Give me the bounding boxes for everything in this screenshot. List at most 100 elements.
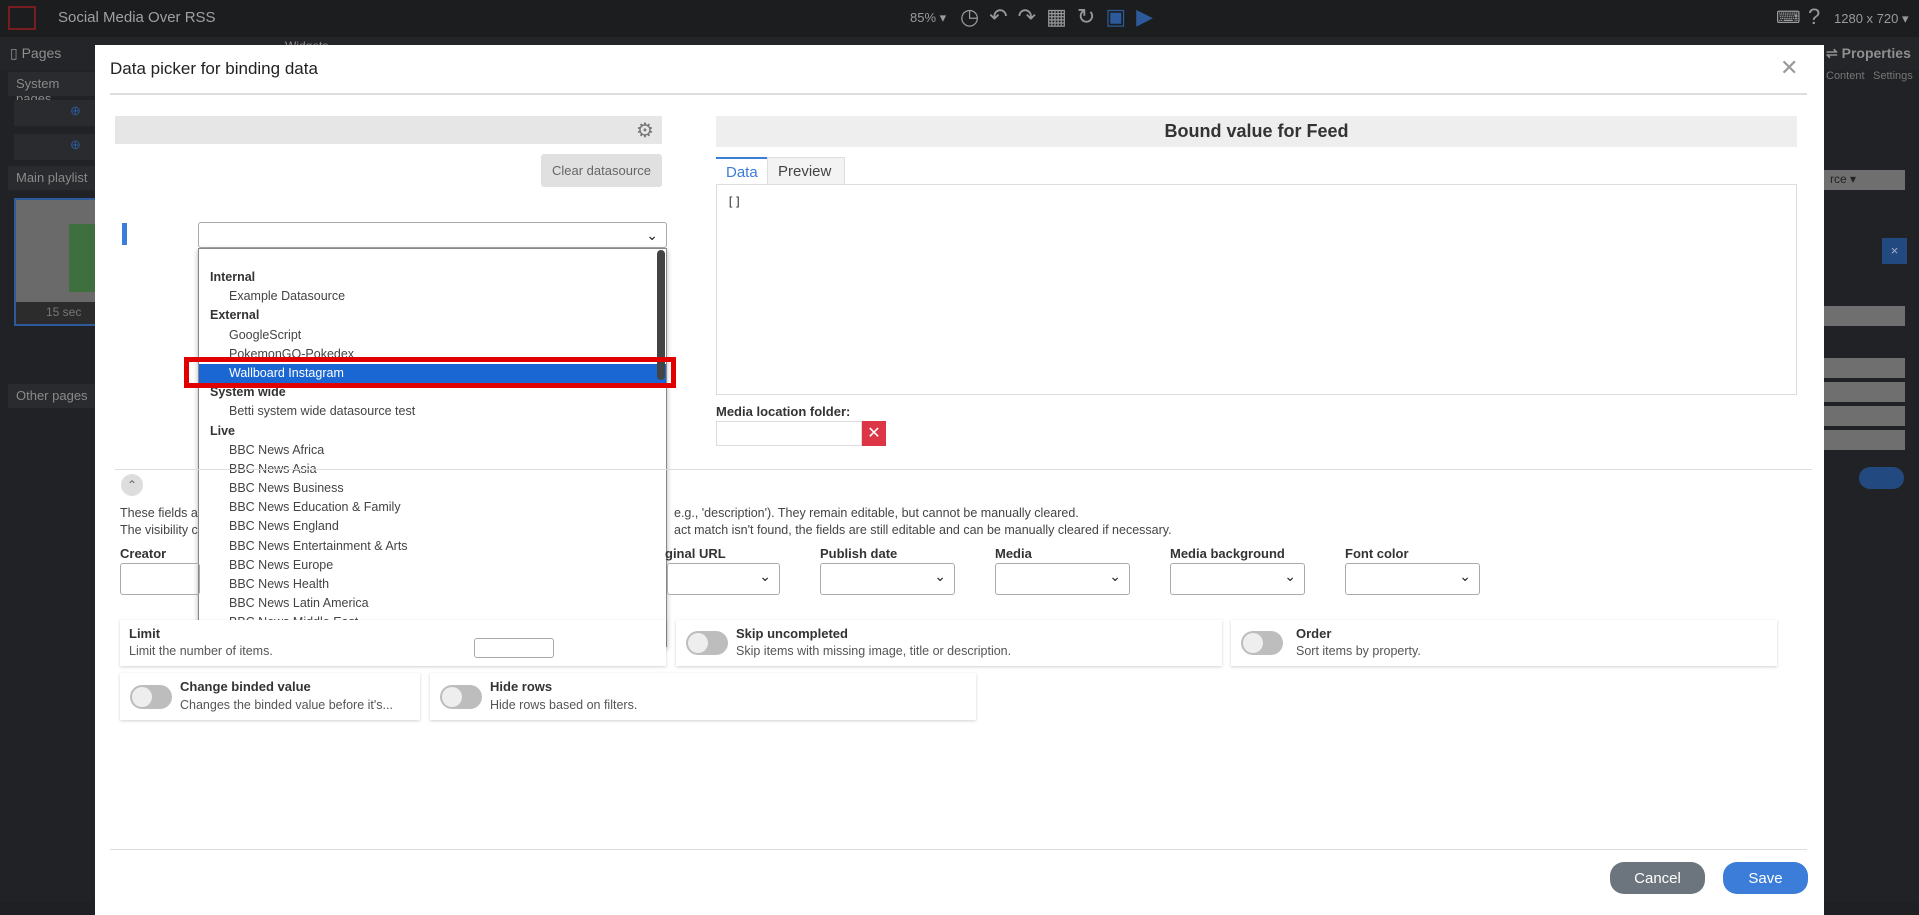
bound-data-box[interactable]: [] [716, 184, 1797, 395]
level-indicator [122, 223, 127, 245]
tab-content[interactable]: Content [1826, 70, 1865, 82]
header-divider [110, 93, 1807, 95]
card-title: Change binded value [180, 679, 311, 694]
tab-data[interactable]: Data [716, 157, 767, 185]
font-color-select[interactable] [1345, 563, 1480, 595]
resolution-value: 1280 x 720 [1834, 11, 1899, 26]
clear-button[interactable]: × [1882, 238, 1907, 264]
hide-rows-toggle[interactable] [440, 685, 482, 709]
zoom-select[interactable]: 85% ▾ [910, 10, 946, 26]
option-group-label: Live [210, 423, 236, 438]
dropdown-option[interactable]: BBC News Health [199, 575, 666, 594]
grid-icon[interactable]: ▦ [1046, 4, 1077, 29]
media-select[interactable] [995, 563, 1130, 595]
datasource-dropdown-list[interactable]: Internal Example Datasource External Google… [198, 248, 667, 647]
history-icon[interactable]: ◷ [960, 4, 989, 29]
media-background-select[interactable] [1170, 563, 1305, 595]
order-toggle[interactable] [1241, 631, 1283, 655]
font-color-label: Font color [1345, 546, 1409, 561]
property-select[interactable] [1824, 358, 1905, 378]
bound-value-header: Bound value for Feed [716, 116, 1797, 147]
redo-icon[interactable]: ↷ [1018, 4, 1046, 29]
publish-date-select[interactable] [820, 563, 955, 595]
refresh-icon[interactable]: ↻ [1077, 4, 1105, 29]
property-select[interactable] [1824, 306, 1905, 326]
app-toolbar: Social Media Over RSS 85% ▾ ◷↶↷▦↻▣▶ ⌨ ? … [0, 0, 1919, 37]
card-desc: Limit the number of items. [129, 644, 273, 658]
card-desc: Skip items with missing image, title or … [736, 644, 1012, 658]
info-text: These fields a e.g., 'description'). They… [120, 505, 1420, 539]
page-thumbnail[interactable]: 15 sec [14, 198, 109, 326]
toolbar-icons: ◷↶↷▦↻▣▶ [960, 4, 1163, 30]
section-divider [115, 469, 1812, 470]
dropdown-option[interactable]: BBC News Business [199, 479, 666, 498]
card-title: Order [1296, 626, 1332, 641]
main-playlist-header[interactable]: Main playlist [8, 166, 98, 190]
limit-input[interactable] [474, 638, 554, 658]
original-url-select[interactable] [667, 563, 780, 595]
dropdown-option[interactable]: Betti system wide datasource test [199, 402, 666, 421]
card-title: Limit [129, 626, 161, 641]
original-url-label: ginal URL [665, 546, 726, 561]
properties-header[interactable]: ⇌ Properties [1826, 45, 1911, 62]
dropdown-option[interactable]: BBC News Africa [199, 441, 666, 460]
footer-divider [110, 849, 1807, 850]
save-icon[interactable]: ▣ [1105, 4, 1136, 29]
data-value: [] [727, 195, 742, 209]
media-folder-input[interactable] [716, 421, 862, 446]
change-binded-value-toggle[interactable] [130, 685, 172, 709]
skip-uncompleted-toggle[interactable] [686, 631, 728, 655]
keyboard-icon[interactable]: ⌨ [1776, 8, 1801, 28]
clear-folder-button[interactable]: ✕ [862, 421, 886, 446]
publish-date-label: Publish date [820, 546, 898, 561]
media-label: Media [995, 546, 1032, 561]
order-card: Order Sort items by property. [1231, 620, 1777, 666]
clear-datasource-button[interactable]: Clear datasource [541, 154, 662, 187]
dropdown-option[interactable]: GoogleScript [199, 326, 666, 345]
resolution-select[interactable]: 1280 x 720 ▾ [1834, 11, 1908, 27]
properties-panel: Content Settings rce ▾ × [1824, 70, 1919, 902]
add-page-button[interactable]: ⊕ [14, 134, 104, 160]
save-button[interactable]: Save [1723, 862, 1808, 894]
datasource-select[interactable] [198, 222, 667, 248]
option-group-label: External [210, 308, 260, 323]
collapse-button[interactable]: ⌃ [121, 474, 143, 496]
media-folder-label: Media location folder: [716, 404, 851, 419]
system-pages-header[interactable]: System pages [8, 72, 98, 106]
add-page-button[interactable]: ⊕ [14, 100, 104, 126]
dropdown-option[interactable]: BBC News Latin America [199, 594, 666, 613]
card-desc: Sort items by property. [1296, 644, 1421, 658]
modal-title: Data picker for binding data [110, 59, 318, 78]
change-binded-value-card: Change binded value Changes the binded v… [120, 673, 420, 720]
dropdown-option[interactable]: BBC News Europe [199, 556, 666, 575]
selection-highlight-box [184, 357, 676, 388]
dropdown-option[interactable]: Example Datasource [199, 287, 666, 306]
pages-panel: System pages ⊕ ⊕ Main playlist 15 sec Ot… [0, 70, 109, 902]
property-select[interactable] [1824, 406, 1905, 426]
option-group-label: Internal [210, 270, 256, 284]
app-title: Social Media Over RSS [58, 9, 216, 26]
undo-icon[interactable]: ↶ [989, 4, 1017, 29]
app-logo-icon [8, 6, 36, 30]
help-icon[interactable]: ? [1808, 4, 1820, 30]
property-select[interactable] [1824, 382, 1905, 402]
card-title: Hide rows [490, 679, 553, 694]
pages-header[interactable]: ▯ Pages [10, 45, 61, 62]
close-icon[interactable]: ✕ [1780, 55, 1798, 81]
datasource-select[interactable]: rce ▾ [1824, 170, 1905, 190]
dropdown-option[interactable]: BBC News Entertainment & Arts [199, 537, 666, 556]
properties-label: Properties [1841, 45, 1911, 61]
tab-settings[interactable]: Settings [1873, 70, 1913, 82]
skip-uncompleted-card: Skip uncompleted Skip items with missing… [676, 620, 1222, 666]
cancel-button[interactable]: Cancel [1610, 862, 1705, 894]
thumbnail-duration: 15 sec [16, 302, 106, 324]
other-pages-header[interactable]: Other pages [8, 384, 98, 408]
creator-input[interactable] [120, 563, 200, 595]
card-title: Skip uncompleted [736, 626, 848, 641]
tab-preview[interactable]: Preview [767, 157, 845, 185]
play-icon[interactable]: ▶ [1136, 4, 1163, 29]
info-line-1: These fields a e.g., 'description'). They… [120, 506, 1079, 520]
gear-icon[interactable]: ⚙ [636, 118, 654, 143]
property-select[interactable] [1824, 430, 1905, 450]
property-toggle[interactable] [1859, 467, 1904, 489]
